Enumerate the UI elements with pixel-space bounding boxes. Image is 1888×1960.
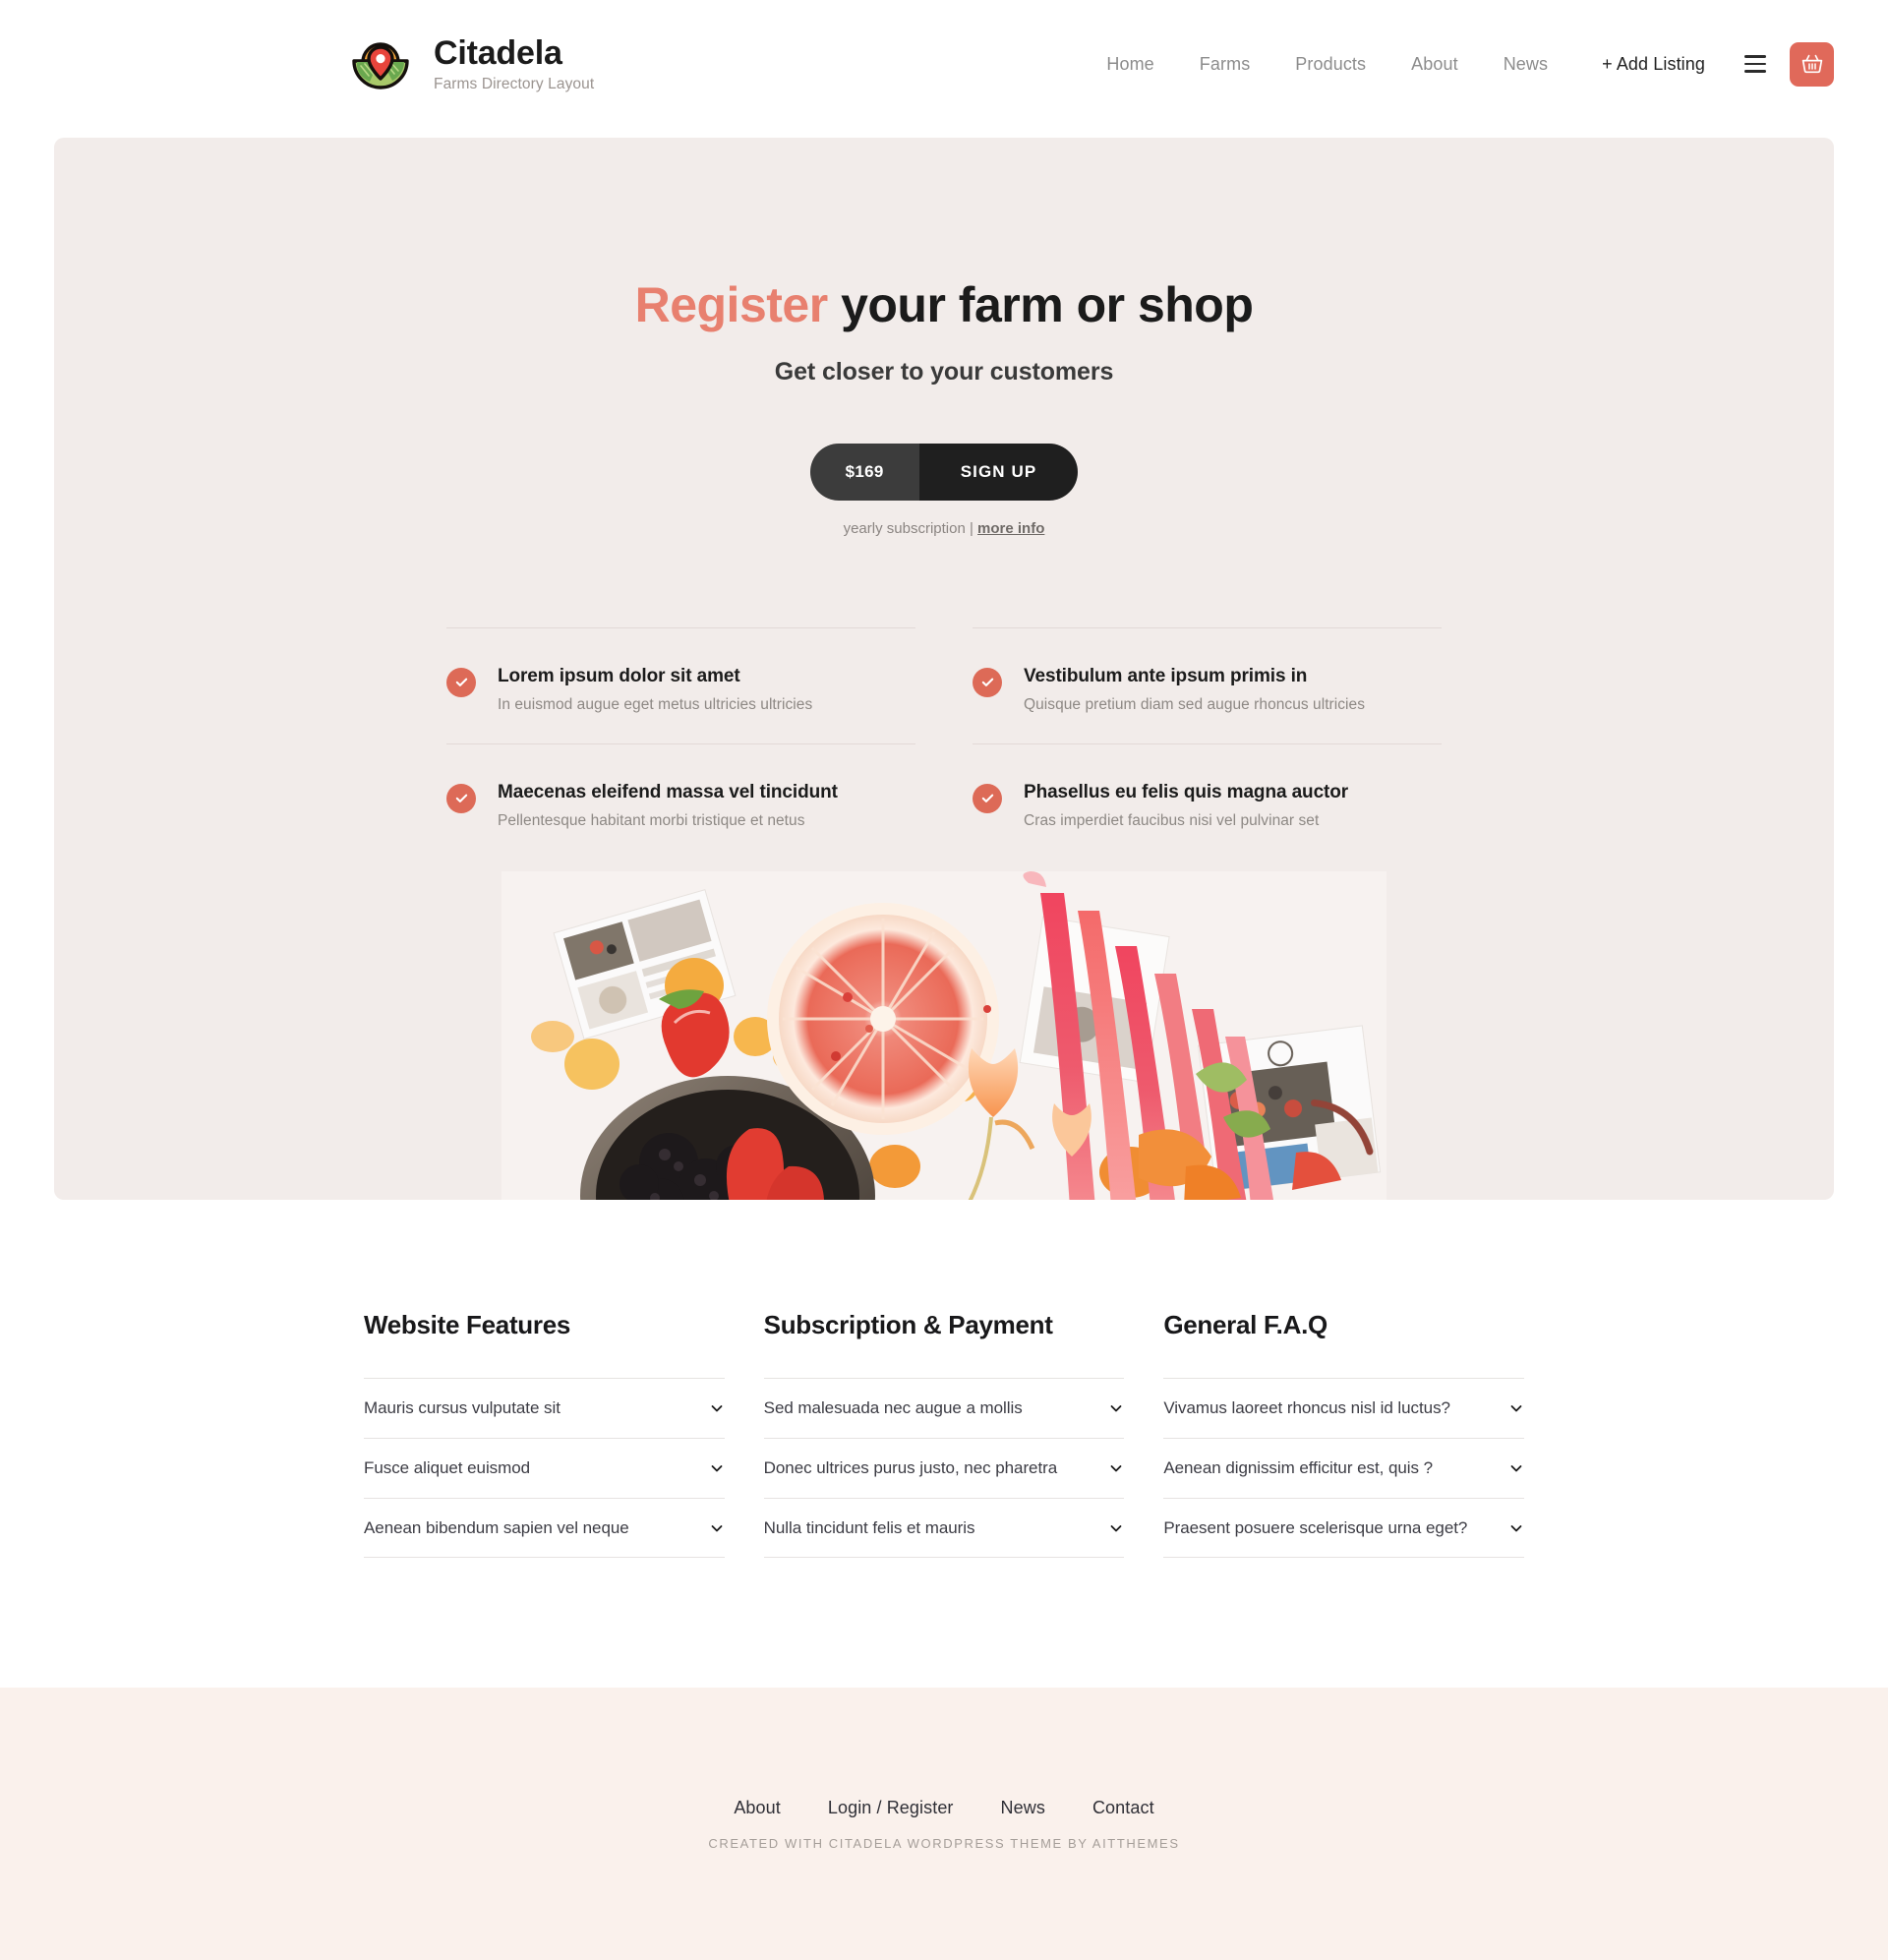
brand-subtitle: Farms Directory Layout [434, 76, 595, 93]
footer-link-news[interactable]: News [977, 1798, 1069, 1818]
feature-title: Lorem ipsum dolor sit amet [498, 665, 740, 686]
nav-item-about[interactable]: About [1388, 54, 1481, 75]
signup-price-button[interactable]: $169 SIGN UP [809, 443, 1079, 501]
accordion-item[interactable]: Mauris cursus vulputate sit [364, 1378, 725, 1438]
feature-description: Cras imperdiet faucibus nisi vel pulvina… [1024, 811, 1320, 829]
farm-pin-logo-icon [349, 32, 412, 95]
feature-description: In euismod augue eget metus ultricies ul… [498, 695, 813, 713]
faq-columns: Website Features Mauris cursus vulputate… [364, 1290, 1524, 1558]
price-amount: $169 [809, 443, 919, 501]
accordion-item-label: Vivamus laoreet rhoncus nisl id luctus? [1163, 1398, 1450, 1417]
accordion-title: Website Features [364, 1310, 571, 1339]
brand-logo[interactable]: Citadela Farms Directory Layout [349, 32, 594, 95]
check-circle-icon [973, 783, 1002, 813]
sign-up-button[interactable]: SIGN UP [918, 443, 1079, 501]
accordion-item[interactable]: Aenean bibendum sapien vel neque [364, 1498, 725, 1558]
feature-item: Vestibulum ante ipsum primis in Quisque … [973, 626, 1442, 743]
accordion-item[interactable]: Vivamus laoreet rhoncus nisl id luctus? [1163, 1378, 1524, 1438]
accordion-item-label: Praesent posuere scelerisque urna eget? [1163, 1517, 1468, 1537]
accordion-column-general-faq: General F.A.Q Vivamus laoreet rhoncus ni… [1163, 1310, 1524, 1558]
hero-section: Register your farm or shop Get closer to… [54, 138, 1834, 1200]
hamburger-bar [1744, 55, 1766, 58]
nav-item-add-listing[interactable]: + Add Listing [1570, 54, 1735, 75]
hamburger-bar [1744, 62, 1766, 66]
nav-item-products[interactable]: Products [1272, 54, 1388, 75]
footer-link-login-register[interactable]: Login / Register [804, 1798, 977, 1818]
chevron-down-icon[interactable] [1108, 1460, 1124, 1476]
feature-item: Maecenas eleifend massa vel tincidunt Pe… [446, 742, 915, 860]
accordion-item[interactable]: Praesent posuere scelerisque urna eget? [1163, 1498, 1524, 1558]
site-header: Citadela Farms Directory Layout Home Far… [0, 0, 1888, 128]
accordion-item-label: Aenean bibendum sapien vel neque [364, 1517, 629, 1537]
footer-link-about[interactable]: About [710, 1798, 804, 1818]
accordion-column-website-features: Website Features Mauris cursus vulputate… [364, 1310, 725, 1558]
accordion-item[interactable]: Donec ultrices purus justo, nec pharetra [763, 1438, 1125, 1498]
feature-title: Vestibulum ante ipsum primis in [1024, 665, 1308, 686]
more-info-link[interactable]: more info [977, 520, 1044, 537]
hero-subtitle: Get closer to your customers [774, 357, 1114, 386]
feature-list: Lorem ipsum dolor sit amet In euismod au… [446, 626, 1442, 860]
check-circle-icon [973, 667, 1002, 697]
footer-link-contact[interactable]: Contact [1069, 1798, 1178, 1818]
check-circle-icon [446, 783, 476, 813]
chevron-down-icon[interactable] [709, 1460, 725, 1476]
page-title-rest: your farm or shop [827, 277, 1254, 332]
accordion-item[interactable]: Sed malesuada nec augue a mollis [763, 1378, 1125, 1438]
feature-description: Quisque pretium diam sed augue rhoncus u… [1024, 695, 1366, 713]
brand-title: Citadela [434, 33, 562, 72]
feature-title: Phasellus eu felis quis magna auctor [1024, 781, 1349, 802]
accordion-title: General F.A.Q [1163, 1310, 1328, 1339]
chevron-down-icon[interactable] [1108, 1520, 1124, 1536]
nav-item-news[interactable]: News [1481, 54, 1570, 75]
accordion-item-label: Sed malesuada nec augue a mollis [763, 1398, 1023, 1417]
check-circle-icon [446, 667, 476, 697]
footer-credit: Created with Citadela WordPress theme by… [708, 1835, 1180, 1851]
accordion-item[interactable]: Aenean dignissim efficitur est, quis ? [1163, 1438, 1524, 1498]
shopping-basket-icon [1800, 52, 1824, 76]
main-navigation: Home Farms Products About News + Add Lis… [1084, 41, 1834, 87]
nav-item-home[interactable]: Home [1084, 54, 1176, 75]
chevron-down-icon[interactable] [1108, 1400, 1124, 1416]
accordion-item[interactable]: Fusce aliquet euismod [364, 1438, 725, 1498]
subscription-note-text: yearly subscription | [843, 519, 978, 537]
feature-item: Phasellus eu felis quis magna auctor Cra… [973, 742, 1442, 860]
chevron-down-icon[interactable] [1508, 1460, 1524, 1476]
accordion-item-label: Donec ultrices purus justo, nec pharetra [763, 1458, 1058, 1477]
pricing-cta: $169 SIGN UP [54, 443, 1834, 501]
page-title: Register your farm or shop [54, 277, 1834, 334]
site-footer: About Login / Register News Contact Crea… [0, 1688, 1888, 1960]
feature-description: Pellentesque habitant morbi tristique et… [498, 811, 805, 829]
footer-navigation: About Login / Register News Contact [710, 1798, 1177, 1818]
feature-item: Lorem ipsum dolor sit amet In euismod au… [446, 626, 915, 743]
nav-item-farms[interactable]: Farms [1177, 54, 1273, 75]
hero-food-photo [502, 871, 1386, 1200]
accordion-item-label: Aenean dignissim efficitur est, quis ? [1163, 1458, 1434, 1477]
hamburger-menu-icon[interactable] [1739, 47, 1772, 81]
accordion-item-label: Fusce aliquet euismod [364, 1458, 531, 1477]
chevron-down-icon[interactable] [709, 1400, 725, 1416]
subscription-note: yearly subscription | more info [54, 520, 1834, 537]
chevron-down-icon[interactable] [1508, 1520, 1524, 1536]
accordion-item-label: Nulla tincidunt felis et mauris [763, 1517, 975, 1537]
chevron-down-icon[interactable] [709, 1520, 725, 1536]
page-title-accent: Register [634, 277, 829, 332]
cart-button[interactable] [1790, 41, 1834, 87]
accordion-item-label: Mauris cursus vulputate sit [364, 1398, 560, 1417]
chevron-down-icon[interactable] [1508, 1400, 1524, 1416]
feature-title: Maecenas eleifend massa vel tincidunt [498, 781, 838, 802]
hamburger-bar [1744, 70, 1766, 73]
accordion-column-subscription-payment: Subscription & Payment Sed malesuada nec… [763, 1310, 1125, 1558]
hero-content: Register your farm or shop Get closer to… [54, 138, 1834, 860]
accordion-item[interactable]: Nulla tincidunt felis et mauris [763, 1498, 1125, 1558]
accordion-title: Subscription & Payment [763, 1310, 1053, 1339]
